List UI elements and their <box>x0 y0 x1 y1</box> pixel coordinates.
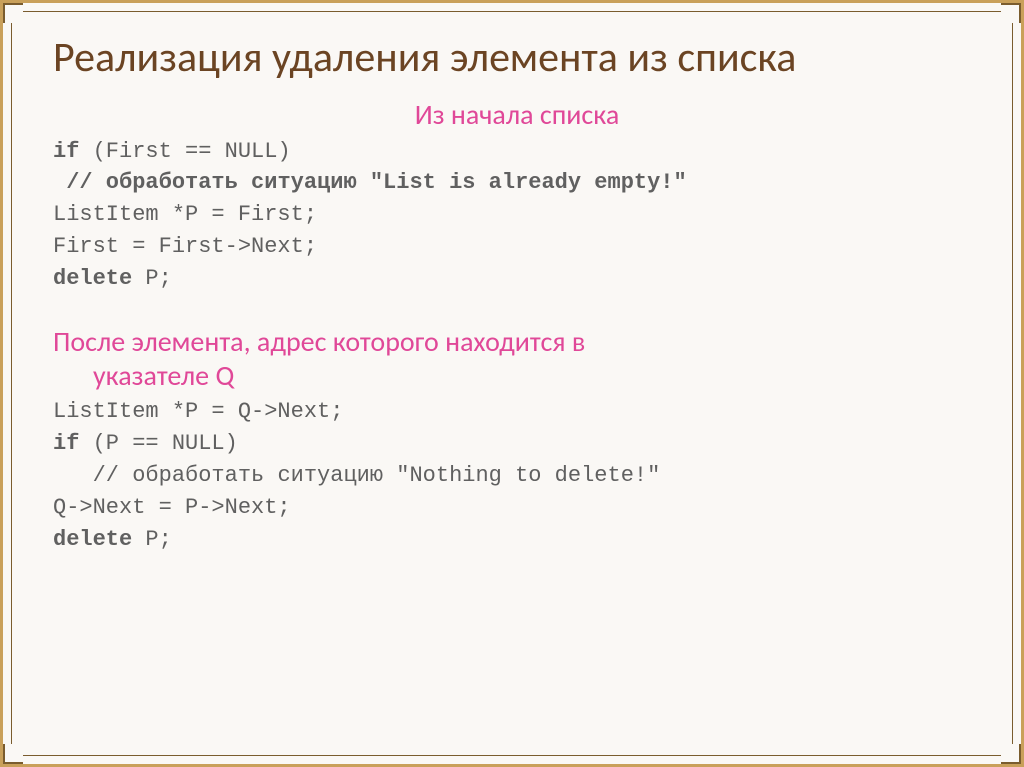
section2-heading: После элемента, адрес которого находится… <box>53 325 981 392</box>
keyword-delete: delete <box>53 266 132 291</box>
code-text: Q->Next = P->Next; <box>53 495 291 520</box>
code-comment: // обработать ситуацию "List is already … <box>66 170 687 195</box>
code-text: ListItem *P = Q->Next; <box>53 399 343 424</box>
corner-decoration <box>1001 3 1021 23</box>
keyword-if: if <box>53 139 79 164</box>
heading-line1: После элемента, адрес которого находится… <box>53 324 585 359</box>
slide-title: Реализация удаления элемента из списка <box>53 33 981 83</box>
corner-decoration <box>3 744 23 764</box>
code-text: First = First->Next; <box>53 234 317 259</box>
code-comment: // обработать ситуацию "Nothing to delet… <box>93 463 661 488</box>
code-text: P; <box>132 527 172 552</box>
corner-decoration <box>1001 744 1021 764</box>
code-text: (P == NULL) <box>79 431 237 456</box>
code-block-2: ListItem *P = Q->Next; if (P == NULL) //… <box>53 396 981 555</box>
code-text <box>53 463 93 488</box>
code-text: (First == NULL) <box>79 139 290 164</box>
section1-heading: Из начала списка <box>53 97 981 132</box>
code-text: P; <box>132 266 172 291</box>
code-text <box>53 170 66 195</box>
code-block-1: if (First == NULL) // обработать ситуаци… <box>53 136 981 295</box>
corner-decoration <box>3 3 23 23</box>
keyword-if: if <box>53 431 79 456</box>
keyword-delete: delete <box>53 527 132 552</box>
heading-line2: указателе Q <box>53 359 981 393</box>
content-area: Реализация удаления элемента из списка И… <box>53 33 981 734</box>
slide: Реализация удаления элемента из списка И… <box>0 0 1024 767</box>
code-text: ListItem *P = First; <box>53 202 317 227</box>
